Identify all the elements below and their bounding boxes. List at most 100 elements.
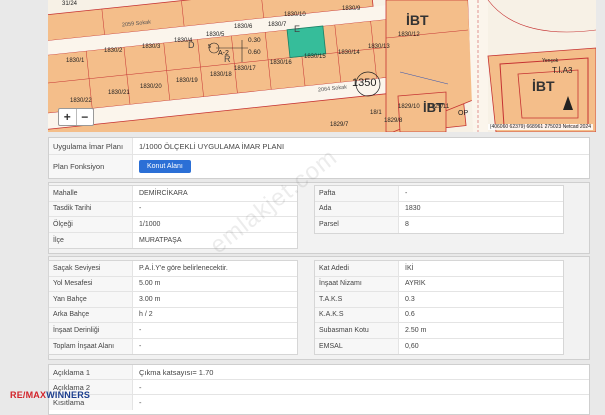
plan-value: 1/1000 ÖLÇEKLİ UYGULAMA İMAR PLANI <box>139 141 285 151</box>
location-label: Ölçeği <box>49 217 133 232</box>
yencok-label: Yençok <box>542 58 559 64</box>
tia-label: T.İ.A3 <box>552 66 573 75</box>
street-letter: R <box>224 54 231 64</box>
location-row: Parsel 8 <box>315 217 563 233</box>
building-value: 3.00 m <box>139 295 161 303</box>
zone-index: 5 <box>208 44 212 50</box>
building-value: 5.00 m <box>139 280 161 288</box>
building-label: Arka Bahçe <box>49 307 133 322</box>
zoning-map[interactable]: 31/24 1830/10 1830/9 1830/12 1830/6 1830… <box>48 0 596 132</box>
building-value: 0.6 <box>405 311 415 319</box>
location-row: İlçe MURATPAŞA <box>49 232 297 248</box>
building-label: Yol Mesafesi <box>49 276 133 291</box>
building-row: Yan Bahçe 3.00 m <box>49 292 297 308</box>
location-value: MURATPAŞA <box>139 236 182 244</box>
function-label: Plan Fonksiyon <box>49 155 133 178</box>
building-value: - <box>139 342 142 350</box>
building-label: T.A.K.S <box>315 292 399 307</box>
building-row: EMSAL 0,60 <box>315 338 563 354</box>
location-value: - <box>139 205 142 213</box>
building-label: İnşaat Nizamı <box>315 276 399 291</box>
building-value: h / 2 <box>139 311 153 319</box>
building-value: P.A.İ.Y'e göre belirlenecektir. <box>139 264 228 272</box>
street-letter: D <box>188 40 195 50</box>
note-row: Açıklama 2 - <box>49 380 589 395</box>
building-label: Toplam İnşaat Alanı <box>49 338 133 354</box>
parcel-label: 1830/21 <box>108 90 130 96</box>
location-row: Ada 1830 <box>315 201 563 217</box>
building-label: Saçak Seviyesi <box>49 261 133 276</box>
location-value: - <box>405 189 408 197</box>
op-label: OP <box>458 110 469 117</box>
building-value: - <box>139 326 142 334</box>
building-value: 0.3 <box>405 295 415 303</box>
building-label: Kat Adedi <box>315 261 399 276</box>
zone-ratio-top: 0.30 <box>248 37 261 44</box>
note-value: - <box>139 382 142 392</box>
building-value: 0,60 <box>405 342 419 350</box>
ibt-label: İBT <box>532 78 555 94</box>
location-value: 1830 <box>405 205 421 213</box>
brand-winners: WINNERS <box>46 390 91 400</box>
building-right-table: Kat Adedi İKİ İnşaat Nizamı AYRIK T.A.K.… <box>314 260 564 355</box>
parcel-label: 1829/8 <box>384 118 403 124</box>
note-row: Kısıtlama - <box>49 395 589 410</box>
zone-ratio-bottom: 0.60 <box>248 49 261 56</box>
parcel-label: 1830/1 <box>66 58 85 64</box>
konut-alani-button[interactable]: Konut Alanı <box>139 160 191 173</box>
building-row: Toplam İnşaat Alanı - <box>49 338 297 354</box>
building-label: İnşaat Derinliği <box>49 323 133 338</box>
parcel-label: 1830/2 <box>104 48 123 54</box>
parcel-label: 1830/20 <box>140 84 162 90</box>
building-row: Kat Adedi İKİ <box>315 261 563 277</box>
note-value: - <box>139 398 142 407</box>
parcel-label: 1830/18 <box>210 72 232 78</box>
location-label: Pafta <box>315 186 399 201</box>
street-letter: E <box>294 24 301 34</box>
building-left-table: Saçak Seviyesi P.A.İ.Y'e göre belirlenec… <box>48 260 298 355</box>
zoom-control[interactable]: + − <box>58 108 94 126</box>
parcel-label: 1830/5 <box>206 32 225 38</box>
building-row: Subasman Kotu 2.50 m <box>315 323 563 339</box>
location-value: 8 <box>405 221 409 229</box>
zoom-out-button[interactable]: − <box>75 109 94 125</box>
map-canvas[interactable] <box>48 0 596 132</box>
brand-logo: RE/MAXWINNERS <box>10 390 90 400</box>
building-label: Subasman Kotu <box>315 323 399 338</box>
building-row: İnşaat Nizamı AYRIK <box>315 276 563 292</box>
function-value: Konut Alanı <box>133 155 191 178</box>
ibt-label: İBT <box>423 100 444 115</box>
parcel-label: 1830/6 <box>234 24 253 30</box>
location-label: Mahalle <box>49 186 133 201</box>
location-label: Ada <box>315 201 399 216</box>
ibt-label: İBT <box>406 12 429 28</box>
location-label: Tasdik Tarihi <box>49 201 133 216</box>
parcel-label: 1830/14 <box>338 50 360 56</box>
parcel-label: 1830/3 <box>142 44 161 50</box>
building-row: Yol Mesafesi 5.00 m <box>49 276 297 292</box>
building-label: EMSAL <box>315 338 399 354</box>
location-label: İlçe <box>49 232 133 248</box>
building-label: Yan Bahçe <box>49 292 133 307</box>
building-label: K.A.K.S <box>315 307 399 322</box>
building-value: İKİ <box>405 264 414 272</box>
note-row: Açıklama 1 Çıkma katsayısı= 1.70 <box>49 365 589 380</box>
parcel-label: 18/1 <box>370 110 382 116</box>
building-row: İnşaat Derinliği - <box>49 323 297 339</box>
parcel-label: 1830/10 <box>284 12 306 18</box>
parcel-label: 1830/12 <box>398 32 420 38</box>
map-footer: (406060 62379) 668961 275023 Netcad 2024 <box>487 124 593 130</box>
location-value: 1/1000 <box>139 220 161 228</box>
zoom-in-button[interactable]: + <box>59 109 76 125</box>
note-label: Açıklama 1 <box>49 365 133 379</box>
parcel-label: 1830/7 <box>268 22 287 28</box>
location-label: Parsel <box>315 217 399 233</box>
block-number: 1350 <box>352 77 377 89</box>
notes-panel: Açıklama 1 Çıkma katsayısı= 1.70 Açıklam… <box>48 364 590 415</box>
building-row: Arka Bahçe h / 2 <box>49 307 297 323</box>
parcel-label: 1830/17 <box>234 66 256 72</box>
note-value: Çıkma katsayısı= 1.70 <box>139 367 214 377</box>
parcel-label: 1829/10 <box>398 104 420 110</box>
parcel-label: 1830/22 <box>70 98 92 104</box>
building-row: Saçak Seviyesi P.A.İ.Y'e göre belirlenec… <box>49 261 297 277</box>
